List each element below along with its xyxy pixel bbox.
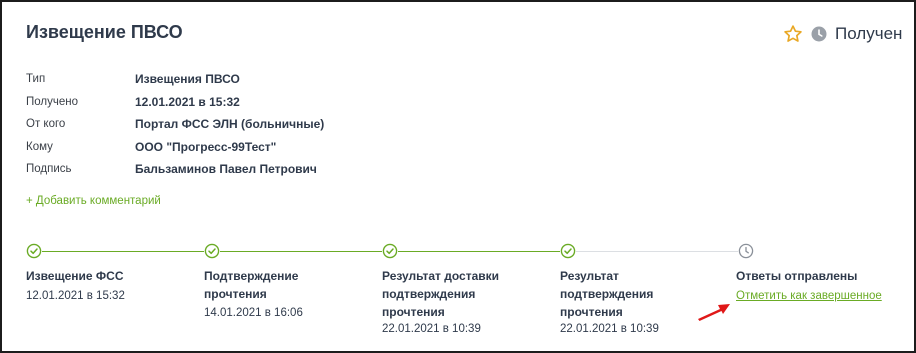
step-title: Ответы отправлены [736,267,857,285]
step-title-line: прочтения [204,287,267,301]
step-title-line: Извещение ФСС [26,269,124,283]
step-title: Подтверждение прочтения [204,267,298,303]
step-date: 22.01.2021 в 10:39 [560,323,659,335]
meta-value: 12.01.2021 в 15:32 [135,94,240,109]
step-title-line: Подтверждение [204,269,299,283]
notification-card: Извещение ПВСО Получен Тип Извещения ПВС… [0,0,916,353]
check-circle-icon [382,243,398,259]
step-title-line: Ответы отправлены [736,269,858,283]
meta-value: Извещения ПВСО [135,72,240,87]
step-title: Результат доставки подтверждения прочтен… [382,267,499,321]
step-title-line: Результат [560,269,619,283]
step-title: Результат подтверждения прочтения [560,267,653,321]
meta-label: Тип [26,73,46,86]
meta-row-received: Получено 12.01.2021 в 15:32 [26,91,324,114]
step-title: Извещение ФСС [26,267,124,285]
meta-label: Получено [26,95,79,108]
star-icon[interactable] [783,24,803,44]
status-text: Получен [835,24,903,43]
timeline-connector [576,251,738,252]
step-title-line: прочтения [382,305,445,319]
annotation-arrow-icon [698,304,730,321]
timeline-connector [398,251,560,252]
meta-row-signature: Подпись Бальзаминов Павел Петрович [26,158,324,181]
step-title-line: прочтения [560,305,623,319]
meta-label: Подпись [26,163,72,176]
meta-row-to: Кому ООО "Прогресс-99Тест" [26,136,324,159]
step-date: 12.01.2021 в 15:32 [26,290,125,302]
meta-value: ООО "Прогресс-99Тест" [135,139,277,154]
card-title: Извещение ПВСО [26,22,183,42]
check-circle-icon [560,243,576,259]
add-comment-link[interactable]: + Добавить комментарий [26,195,161,207]
clock-icon [811,26,827,42]
meta-list: Тип Извещения ПВСО Получено 12.01.2021 в… [26,68,324,181]
check-circle-icon [204,243,220,259]
meta-label: Кому [26,140,53,153]
mark-complete-link[interactable]: Отметить как завершенное [736,290,882,302]
timeline-connector [220,251,382,252]
clock-outline-icon [738,243,754,259]
step-date: 14.01.2021 в 16:06 [204,307,303,319]
meta-value: Бальзаминов Павел Петрович [135,162,317,177]
meta-row-from: От кого Портал ФСС ЭЛН (больничные) [26,113,324,136]
status-timeline: Извещение ФСС 12.01.2021 в 15:32 Подтвер… [2,242,916,352]
meta-row-type: Тип Извещения ПВСО [26,68,324,91]
meta-label: От кого [26,118,66,131]
timeline-connector [42,251,204,252]
step-date: 22.01.2021 в 10:39 [382,323,481,335]
meta-value: Портал ФСС ЭЛН (больничные) [135,117,325,132]
step-title-line: подтверждения [560,287,654,301]
step-title-line: Результат доставки [382,269,500,283]
check-circle-icon [26,243,42,259]
step-title-line: подтверждения [382,287,476,301]
